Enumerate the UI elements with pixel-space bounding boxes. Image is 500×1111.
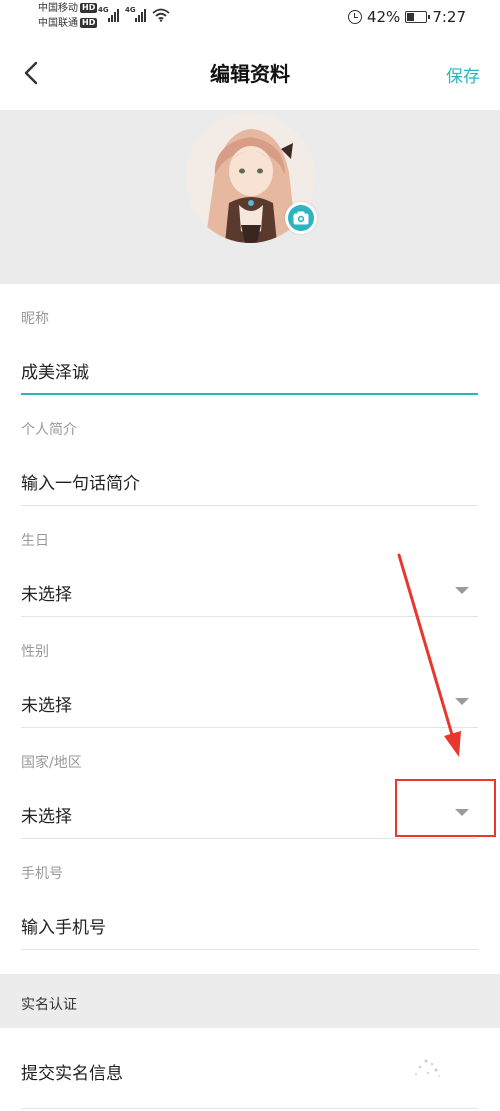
bio-input[interactable]: 输入一句话简介 [21, 469, 140, 494]
chevron-down-icon[interactable] [455, 698, 469, 705]
region-select[interactable]: 未选择 [21, 802, 72, 827]
region-label: 国家/地区 [21, 755, 82, 771]
signal-icon: 4G [125, 6, 146, 22]
network-type: 4G [125, 6, 136, 14]
birthday-label: 生日 [21, 533, 49, 549]
submit-real-name-item[interactable]: 提交实名信息 [21, 1059, 123, 1084]
battery-percent: 42% [366, 8, 401, 26]
carrier-secondary: 中国联通 HD [38, 18, 98, 30]
chevron-down-icon[interactable] [455, 587, 469, 594]
avatar-section [0, 110, 500, 284]
save-button[interactable]: 保存 [446, 62, 480, 87]
phone-input[interactable]: 输入手机号 [21, 913, 106, 938]
birthday-divider [21, 616, 478, 617]
bio-divider [21, 505, 478, 506]
alarm-icon [347, 10, 362, 24]
birthday-select[interactable]: 未选择 [21, 580, 72, 605]
real-name-divider [21, 1108, 478, 1109]
section-title: 实名认证 [21, 997, 77, 1013]
network-type: 4G [98, 6, 109, 14]
gender-divider [21, 727, 478, 728]
carrier-primary: 中国移动 HD [38, 3, 98, 15]
signal-icon: 4G [98, 6, 119, 22]
nav-bar: 编辑资料 保存 [0, 36, 500, 110]
nickname-input[interactable]: 成美泽诚 [21, 358, 89, 383]
real-name-section-header: 实名认证 [0, 974, 500, 1028]
gender-select[interactable]: 未选择 [21, 691, 72, 716]
phone-divider [21, 949, 478, 950]
region-divider [21, 838, 478, 839]
change-avatar-button[interactable] [285, 202, 317, 234]
carrier-secondary-name: 中国联通 [38, 18, 78, 29]
status-right: 42% 7:27 [347, 8, 466, 26]
phone-label: 手机号 [21, 866, 63, 882]
nickname-underline [21, 393, 478, 395]
clock: 7:27 [432, 8, 466, 26]
hd-badge: HD [80, 3, 98, 13]
camera-icon [288, 205, 314, 231]
nickname-label: 昵称 [21, 311, 49, 327]
annotation-highlight-box [395, 779, 496, 837]
wifi-icon [152, 8, 170, 22]
hd-badge: HD [80, 18, 98, 28]
carrier-primary-name: 中国移动 [38, 3, 78, 14]
gender-label: 性别 [21, 644, 49, 660]
status-bar: 中国移动 HD 中国联通 HD 4G 4G 42% 7:27 [0, 0, 500, 36]
battery-icon [405, 11, 431, 23]
bio-label: 个人简介 [21, 422, 77, 438]
signal-indicators: 4G 4G [98, 6, 170, 22]
page-title: 编辑资料 [210, 62, 290, 86]
loading-dots-icon [414, 1059, 440, 1077]
battery-level [407, 13, 415, 21]
